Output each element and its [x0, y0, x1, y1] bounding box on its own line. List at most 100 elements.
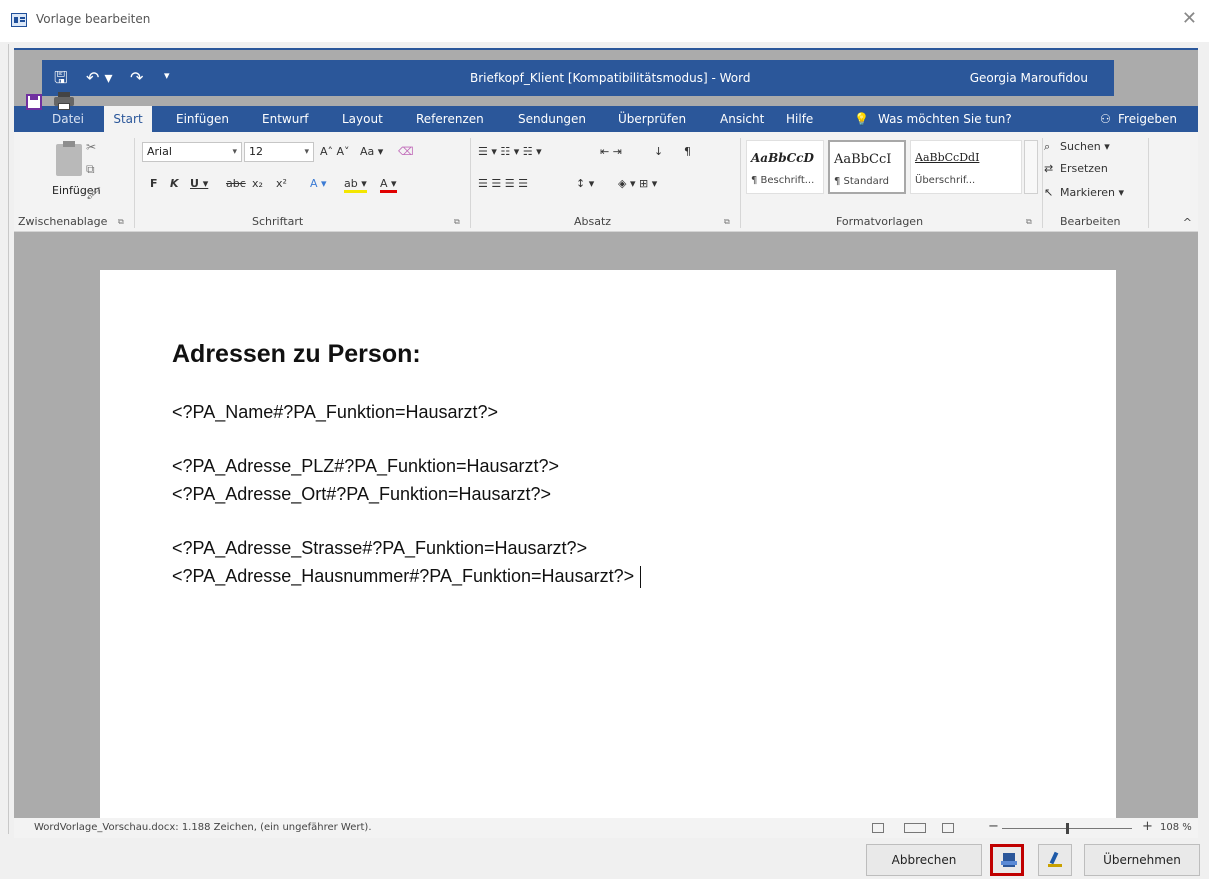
group-label-font: Schriftart	[252, 215, 304, 228]
align-buttons[interactable]: ☰ ☰ ☰ ☰	[478, 177, 528, 190]
zoom-in-button[interactable]: +	[1142, 819, 1153, 834]
undo-icon[interactable]: ↶ ▾	[86, 68, 113, 87]
cut-icon[interactable]: ✂	[86, 140, 96, 154]
save-icon[interactable]: 🖫	[54, 70, 68, 86]
bold-button[interactable]: F	[150, 177, 158, 190]
word-document-icon	[1001, 853, 1017, 869]
print-icon[interactable]	[54, 92, 74, 110]
tab-datei[interactable]: Datei	[52, 112, 84, 126]
ribbon-tab-bar: Datei Start Einfügen Entwurf Layout Refe…	[14, 106, 1198, 132]
tab-entwurf[interactable]: Entwurf	[262, 112, 308, 126]
dialog-launcher-icon[interactable]: ⧉	[1026, 217, 1032, 227]
style-standard[interactable]: AaBbCcI ¶ Standard	[828, 140, 906, 194]
dialog-launcher-icon[interactable]: ⧉	[118, 217, 124, 227]
tab-einfuegen[interactable]: Einfügen	[176, 112, 229, 126]
dialog-title-bar: Vorlage bearbeiten ✕	[0, 0, 1209, 42]
word-export-button[interactable]	[990, 844, 1024, 876]
styles-gallery-scrollbar[interactable]	[1024, 140, 1038, 194]
clear-formatting-icon[interactable]: ⌫	[398, 145, 414, 158]
apply-button[interactable]: Übernehmen	[1084, 844, 1200, 876]
shading-border-buttons[interactable]: ◈ ▾ ⊞ ▾	[618, 177, 657, 190]
document-heading: Adressen zu Person:	[172, 340, 421, 368]
underline-button[interactable]: U ▾	[190, 177, 208, 190]
text-effects-button[interactable]: A ▾	[310, 177, 327, 190]
format-painter-icon[interactable]: 🖌	[86, 186, 101, 200]
redo-icon[interactable]: ↷	[130, 68, 143, 87]
highlight-color-button[interactable]: ab ▾	[344, 177, 367, 193]
group-label-paragraph: Absatz	[574, 215, 612, 228]
divider	[134, 138, 135, 228]
strikethrough-button[interactable]: abc	[226, 177, 246, 190]
font-size-select[interactable]: 12 ▾	[244, 142, 314, 162]
dialog-title: Vorlage bearbeiten	[36, 12, 151, 26]
tell-me-search[interactable]: Was möchten Sie tun?	[878, 112, 1012, 126]
group-label-clipboard: Zwischenablage	[18, 215, 108, 228]
copy-icon[interactable]: ⧉	[86, 162, 95, 177]
sort-button[interactable]: ↓	[654, 145, 663, 158]
status-text: WordVorlage_Vorschau.docx: 1.188 Zeichen…	[34, 822, 372, 833]
document-line: <?PA_Name#?PA_Funktion=Hausarzt?>	[172, 402, 499, 422]
print-layout-icon[interactable]	[904, 823, 926, 833]
superscript-button[interactable]: x²	[276, 177, 287, 190]
zoom-out-button[interactable]: −	[988, 819, 999, 834]
document-line-with-cursor: <?PA_Adresse_Hausnummer#?PA_Funktion=Hau…	[172, 566, 642, 589]
zoom-level[interactable]: 108 %	[1160, 822, 1192, 833]
customize-qat-icon[interactable]: ▾	[164, 69, 170, 82]
select-button[interactable]: Markieren ▾	[1060, 186, 1124, 199]
grow-shrink-font-button[interactable]: A˄ A˅	[320, 145, 350, 158]
share-button[interactable]: Freigeben	[1118, 112, 1177, 126]
text-cursor	[640, 566, 642, 589]
word-window: 🖫 ↶ ▾ ↷ ▾ Briefkopf_Klient [Kompatibilit…	[14, 48, 1198, 838]
pen-icon	[1048, 851, 1062, 868]
document-page[interactable]: Adressen zu Person: <?PA_Name#?PA_Funkti…	[100, 270, 1116, 830]
save-icon[interactable]	[26, 94, 42, 110]
divider	[8, 44, 9, 834]
word-title-bar: 🖫 ↶ ▾ ↷ ▾ Briefkopf_Klient [Kompatibilit…	[42, 60, 1114, 96]
cancel-button[interactable]: Abbrechen	[866, 844, 982, 876]
replace-icon: ⇄	[1044, 162, 1054, 175]
list-buttons[interactable]: ☰ ▾ ☷ ▾ ☵ ▾	[478, 145, 542, 158]
paste-icon[interactable]	[56, 141, 82, 176]
italic-button[interactable]: K	[170, 177, 179, 190]
read-mode-icon[interactable]	[872, 823, 884, 833]
ribbon: Einfügen ✂ ⧉ 🖌 Zwischenablage ⧉ Arial ▾ 1…	[14, 132, 1198, 232]
line-spacing-button[interactable]: ↕ ▾	[576, 177, 594, 190]
person-icon: ⚇	[1100, 112, 1111, 126]
document-line: <?PA_Adresse_Ort#?PA_Funktion=Hausarzt?>	[172, 484, 552, 504]
user-name[interactable]: Georgia Maroufidou	[970, 71, 1088, 85]
web-layout-icon[interactable]	[942, 823, 954, 833]
status-bar: WordVorlage_Vorschau.docx: 1.188 Zeichen…	[14, 818, 1198, 838]
dialog-launcher-icon[interactable]: ⧉	[454, 217, 460, 227]
collapse-ribbon-icon[interactable]: ^	[1183, 216, 1192, 229]
group-label-styles: Formatvorlagen	[836, 215, 924, 228]
tab-referenzen[interactable]: Referenzen	[416, 112, 484, 126]
replace-button[interactable]: Ersetzen	[1060, 162, 1108, 175]
zoom-slider-thumb[interactable]	[1066, 823, 1069, 834]
indent-buttons[interactable]: ⇤ ⇥	[600, 145, 622, 158]
style-ueberschrift[interactable]: AaBbCcDdI Überschrif...	[910, 140, 1022, 194]
select-icon: ↖	[1044, 186, 1054, 199]
font-color-button[interactable]: A ▾	[380, 177, 397, 193]
dialog-launcher-icon[interactable]: ⧉	[724, 217, 730, 227]
show-formatting-button[interactable]: ¶	[684, 145, 691, 158]
style-beschriftung[interactable]: AaBbCcD ¶ Beschrift...	[746, 140, 824, 194]
tab-start[interactable]: Start	[104, 106, 152, 132]
font-name-select[interactable]: Arial ▾	[142, 142, 242, 162]
change-case-button[interactable]: Aa ▾	[360, 145, 383, 158]
find-button[interactable]: Suchen ▾	[1060, 140, 1110, 153]
document-title: Briefkopf_Klient [Kompatibilitätsmodus] …	[470, 71, 751, 85]
tab-ansicht[interactable]: Ansicht	[720, 112, 764, 126]
tab-sendungen[interactable]: Sendungen	[518, 112, 586, 126]
subscript-button[interactable]: x₂	[252, 177, 263, 190]
close-icon[interactable]: ✕	[1182, 9, 1197, 29]
divider	[1042, 138, 1043, 228]
lightbulb-icon: 💡	[854, 112, 869, 126]
document-line: <?PA_Adresse_Strasse#?PA_Funktion=Hausar…	[172, 538, 588, 558]
form-icon	[11, 13, 27, 27]
group-label-editing: Bearbeiten	[1060, 215, 1121, 228]
tab-ueberpruefen[interactable]: Überprüfen	[618, 112, 686, 126]
tab-layout[interactable]: Layout	[342, 112, 383, 126]
edit-template-button[interactable]	[1038, 844, 1072, 876]
tab-hilfe[interactable]: Hilfe	[786, 112, 813, 126]
search-icon: ⌕	[1044, 140, 1051, 153]
